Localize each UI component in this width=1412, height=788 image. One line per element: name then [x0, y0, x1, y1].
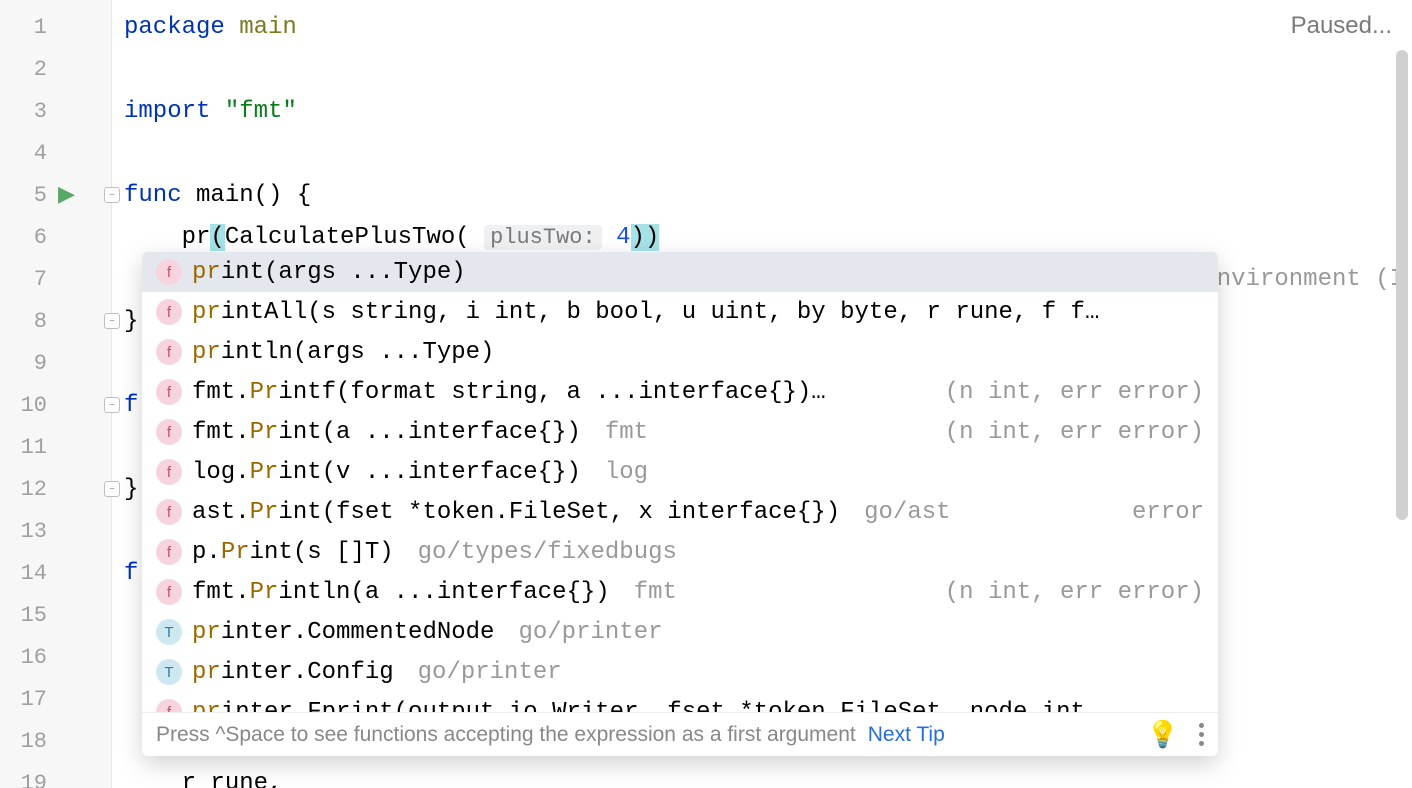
completion-text: log.Print(v ...interface{}) [192, 459, 581, 486]
code-line[interactable] [112, 48, 1412, 90]
completion-package: go/types/fixedbugs [418, 539, 677, 566]
completion-text: p.Print(s []T) [192, 539, 394, 566]
function-icon: f [156, 499, 182, 525]
line-number[interactable]: 12 – [0, 468, 111, 510]
completion-item[interactable]: f println(args ...Type) [142, 332, 1218, 372]
line-number[interactable]: 4 [0, 132, 111, 174]
scrollbar[interactable] [1396, 50, 1408, 530]
function-icon: f [156, 419, 182, 445]
line-number[interactable]: 3 [0, 90, 111, 132]
function-icon: f [156, 299, 182, 325]
completion-return-type: error [1132, 499, 1204, 526]
type-icon: T [156, 659, 182, 685]
completion-item[interactable]: f fmt.Printf(format string, a ...interfac… [142, 372, 1218, 412]
completion-return-type: (n int, err error) [945, 579, 1204, 606]
line-number[interactable]: 14 [0, 552, 111, 594]
line-number[interactable]: 15 [0, 594, 111, 636]
line-number[interactable]: 18 [0, 720, 111, 762]
function-icon: f [156, 699, 182, 712]
completion-text: ast.Print(fset *token.FileSet, x interfa… [192, 499, 840, 526]
fold-icon[interactable]: – [104, 397, 120, 413]
line-number[interactable]: 6 [0, 216, 111, 258]
completion-text: printer.Fprint(output io.Writer, fset *t… [192, 699, 1085, 713]
kebab-menu-icon[interactable] [1199, 723, 1204, 746]
completion-text: println(args ...Type) [192, 339, 494, 366]
line-number[interactable]: 17 [0, 678, 111, 720]
completion-item[interactable]: f fmt.Println(a ...interface{}) fmt (n int,… [142, 572, 1218, 612]
completion-item[interactable]: f print(args ...Type) [142, 252, 1218, 292]
completion-item[interactable]: f log.Print(v ...interface{}) log [142, 452, 1218, 492]
fold-icon[interactable]: – [104, 187, 120, 203]
completion-text: print(args ...Type) [192, 259, 466, 286]
line-number[interactable]: 16 [0, 636, 111, 678]
debugger-status: Paused... [1291, 12, 1392, 40]
completion-text: fmt.Print(a ...interface{}) [192, 419, 581, 446]
completion-return-type: (n int, err error) [945, 379, 1204, 406]
line-number[interactable]: 11 [0, 426, 111, 468]
scrollbar-thumb[interactable] [1396, 50, 1408, 520]
gutter: 1 2 3 4 ▶ 5 – 6 7 8 – 9 10 – 11 12 – 13 … [0, 0, 112, 788]
lightbulb-icon[interactable]: 💡 [1147, 719, 1179, 750]
function-icon: f [156, 459, 182, 485]
completion-item[interactable]: f printAll(s string, i int, b bool, u uin… [142, 292, 1218, 332]
completion-item[interactable]: f p.Print(s []T) go/types/fixedbugs [142, 532, 1218, 572]
code-editor: 1 2 3 4 ▶ 5 – 6 7 8 – 9 10 – 11 12 – 13 … [0, 0, 1412, 788]
footer-hint-text: Press ^Space to see functions accepting … [156, 723, 856, 747]
line-number[interactable]: 19 [0, 762, 111, 788]
completion-package: fmt [605, 419, 648, 446]
completion-item[interactable]: f ast.Print(fset *token.FileSet, x interf… [142, 492, 1218, 532]
function-icon: f [156, 579, 182, 605]
parameter-hint: plusTwo: [484, 225, 602, 250]
code-line[interactable]: import "fmt" [112, 90, 1412, 132]
completion-text: fmt.Printf(format string, a ...interface… [192, 379, 826, 406]
completion-text: fmt.Println(a ...interface{}) [192, 579, 610, 606]
completion-package: go/printer [518, 619, 662, 646]
code-line[interactable]: r rune, [112, 762, 1412, 788]
autocomplete-popup: f print(args ...Type) f printAll(s string, … [142, 252, 1218, 756]
line-number[interactable]: 1 [0, 6, 111, 48]
completion-item[interactable]: f printer.Fprint(output io.Writer, fset *… [142, 692, 1218, 712]
completion-package: go/printer [418, 659, 562, 686]
run-gutter-icon[interactable]: ▶ [58, 182, 75, 208]
code-line[interactable]: func main() { [112, 174, 1412, 216]
line-number[interactable]: 7 [0, 258, 111, 300]
completion-item[interactable]: Tprinter.Config go/printer [142, 652, 1218, 692]
popup-footer: Press ^Space to see functions accepting … [142, 712, 1218, 756]
function-icon: f [156, 259, 182, 285]
line-number[interactable]: 13 [0, 510, 111, 552]
line-number[interactable]: 8 – [0, 300, 111, 342]
function-icon: f [156, 339, 182, 365]
line-number[interactable]: 10 – [0, 384, 111, 426]
next-tip-link[interactable]: Next Tip [868, 723, 945, 747]
completion-list: f print(args ...Type) f printAll(s string, … [142, 252, 1218, 712]
line-number[interactable]: 2 [0, 48, 111, 90]
completion-package: log [605, 459, 648, 486]
type-icon: T [156, 619, 182, 645]
line-number[interactable]: ▶ 5 – [0, 174, 111, 216]
fold-icon[interactable]: – [104, 481, 120, 497]
completion-item[interactable]: f fmt.Print(a ...interface{}) fmt (n int, e… [142, 412, 1218, 452]
fold-icon[interactable]: – [104, 313, 120, 329]
completion-text: printer.CommentedNode [192, 619, 494, 646]
code-line[interactable] [112, 132, 1412, 174]
completion-package: go/ast [864, 499, 950, 526]
completion-text: printAll(s string, i int, b bool, u uint… [192, 299, 1099, 326]
completion-item[interactable]: Tprinter.CommentedNode go/printer [142, 612, 1218, 652]
completion-text: printer.Config [192, 659, 394, 686]
completion-package: fmt [634, 579, 677, 606]
function-icon: f [156, 379, 182, 405]
function-icon: f [156, 539, 182, 565]
code-line[interactable]: package main [112, 6, 1412, 48]
line-number[interactable]: 9 [0, 342, 111, 384]
completion-return-type: (n int, err error) [945, 419, 1204, 446]
